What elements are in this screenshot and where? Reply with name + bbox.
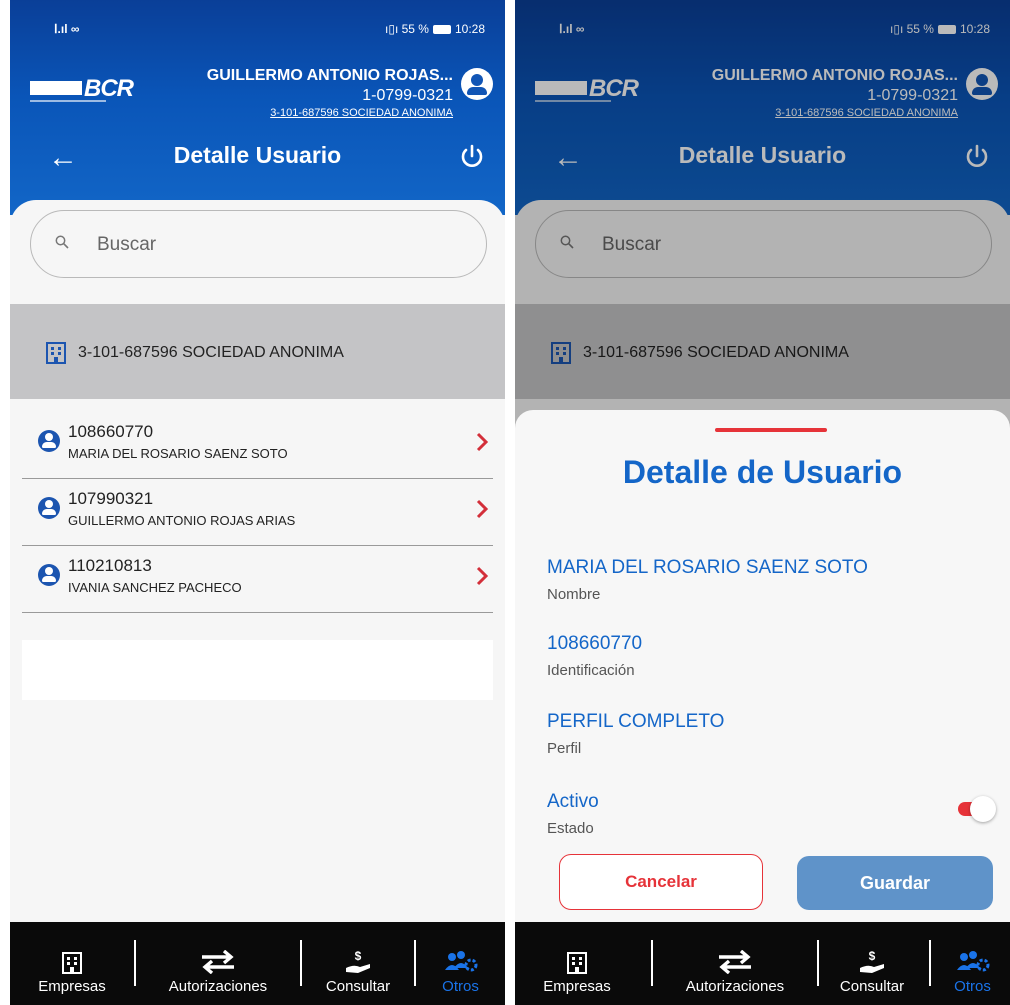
building-icon: [46, 342, 66, 364]
building-icon: [567, 952, 587, 974]
nav-consultar[interactable]: $ Consultar: [302, 922, 414, 1005]
nav-divider: [929, 940, 931, 986]
nav-label: Autorizaciones: [685, 978, 785, 995]
bcr-logo-text: BCR: [84, 75, 134, 102]
user-detail-screen: ⵏ.ıl ∞ ı▯ı 55 % 10:28 BCR GUILLERMO ANTO…: [515, 0, 1010, 1005]
nav-label: Otros: [954, 978, 991, 995]
search-bar[interactable]: [30, 210, 487, 278]
clock: 10:28: [454, 22, 485, 36]
nav-label: Empresas: [543, 978, 611, 995]
user-name-text: IVANIA SANCHEZ PACHECO: [68, 580, 242, 595]
nav-empresas[interactable]: Empresas: [515, 922, 639, 1005]
chevron-right-icon[interactable]: [475, 499, 489, 519]
sheet-title: Detalle de Usuario: [622, 454, 903, 490]
nav-autorizaciones[interactable]: Autorizaciones: [136, 922, 300, 1005]
field-value: MARIA DEL ROSARIO SAENZ SOTO: [547, 557, 868, 578]
hand-money-icon: $: [860, 950, 884, 973]
field-label: Identificación: [547, 662, 635, 679]
list-item[interactable]: 110210813 IVANIA SANCHEZ PACHECO: [22, 546, 493, 613]
power-icon[interactable]: [459, 144, 485, 170]
user-list: 108660770 MARIA DEL ROSARIO SAENZ SOTO 1…: [10, 412, 505, 613]
user-id-text: 107990321: [68, 489, 154, 508]
cancel-button[interactable]: Cancelar: [559, 854, 763, 910]
bcr-logo: BCR: [30, 75, 142, 108]
swap-arrows-icon: [719, 950, 751, 974]
field-value: Activo: [547, 791, 599, 812]
field-identificacion: 108660770 Identificación: [547, 632, 642, 679]
people-gear-icon: [444, 951, 477, 972]
chevron-right-icon[interactable]: [475, 566, 489, 586]
nav-label: Consultar: [839, 978, 905, 995]
company-band: 3-101-687596 SOCIEDAD ANONIMA: [10, 304, 505, 399]
field-label: Estado: [547, 820, 594, 837]
save-button[interactable]: Guardar: [797, 856, 993, 910]
swap-arrows-icon: [202, 950, 234, 974]
nav-label: Autorizaciones: [168, 978, 268, 995]
content-area: 3-101-687596 SOCIEDAD ANONIMA 108660770 …: [10, 200, 505, 920]
user-name: GUILLERMO ANTONIO ROJAS...: [206, 67, 453, 84]
chevron-right-icon[interactable]: [475, 432, 489, 452]
hand-money-icon: $: [346, 950, 370, 973]
nav-label: Otros: [442, 978, 479, 995]
list-item[interactable]: 107990321 GUILLERMO ANTONIO ROJAS ARIAS: [22, 479, 493, 546]
user-id: 1-0799-0321: [362, 87, 453, 104]
status-right: ı▯ı 55 % 10:28: [385, 22, 485, 36]
field-nombre: MARIA DEL ROSARIO SAENZ SOTO Nombre: [547, 556, 868, 603]
sheet-drag-handle[interactable]: [715, 428, 827, 432]
user-list-screen: ⵏ.ıl ∞ ı▯ı 55 % 10:28 BCR GUILLERMO ANTO…: [10, 0, 505, 1005]
user-circle-icon: [38, 497, 60, 519]
user-id-text: 108660770: [68, 422, 154, 441]
app-header: ⵏ.ıl ∞ ı▯ı 55 % 10:28 BCR GUILLERMO ANTO…: [10, 0, 505, 215]
page-title: Detalle Usuario: [173, 142, 342, 168]
nav-otros[interactable]: Otros: [416, 922, 505, 1005]
company-name: 3-101-687596 SOCIEDAD ANONIMA: [78, 344, 344, 361]
estado-toggle[interactable]: [958, 796, 996, 822]
user-name-text: MARIA DEL ROSARIO SAENZ SOTO: [68, 446, 288, 461]
user-circle-icon: [38, 564, 60, 586]
user-info: GUILLERMO ANTONIO ROJAS... 1-0799-0321 3…: [207, 66, 453, 121]
field-value: 108660770: [547, 633, 643, 654]
building-icon: [62, 952, 82, 974]
bottom-nav: Empresas Autorizaciones $ Consultar Otro…: [10, 922, 505, 1005]
bottom-nav: Empresas Autorizaciones $ Consultar Otro…: [515, 922, 1010, 1005]
field-estado: Activo Estado: [547, 790, 599, 837]
list-footer-panel: [22, 640, 493, 700]
search-icon: [55, 235, 69, 249]
company-link[interactable]: 3-101-687596 SOCIEDAD ANONIMA: [207, 105, 453, 121]
field-label: Perfil: [547, 740, 582, 757]
field-perfil: PERFIL COMPLETO Perfil: [547, 710, 724, 757]
svg-text:$: $: [355, 950, 362, 963]
user-name-text: GUILLERMO ANTONIO ROJAS ARIAS: [68, 513, 296, 528]
signal-indicator: ⵏ.ıl ∞: [54, 22, 80, 36]
battery-icon: [432, 24, 451, 34]
nav-autorizaciones[interactable]: Autorizaciones: [653, 922, 817, 1005]
nav-label: Consultar: [325, 978, 391, 995]
status-bar: ⵏ.ıl ∞ ı▯ı 55 % 10:28: [10, 0, 505, 44]
nav-otros[interactable]: Otros: [935, 922, 1010, 1005]
list-item[interactable]: 108660770 MARIA DEL ROSARIO SAENZ SOTO: [22, 412, 493, 479]
svg-text:$: $: [869, 950, 876, 963]
people-gear-icon: [956, 951, 989, 972]
nav-empresas[interactable]: Empresas: [10, 922, 134, 1005]
user-id-text: 110210813: [68, 556, 152, 575]
nav-label: Empresas: [38, 978, 106, 995]
nav-consultar[interactable]: $ Consultar: [819, 922, 925, 1005]
search-input[interactable]: [97, 231, 457, 259]
field-label: Nombre: [547, 586, 601, 603]
user-detail-sheet: Detalle de Usuario MARIA DEL ROSARIO SAE…: [515, 410, 1010, 922]
user-circle-icon: [38, 430, 60, 452]
user-circle-icon[interactable]: [461, 68, 493, 100]
battery-percent: ı▯ı 55 %: [385, 22, 429, 36]
field-value: PERFIL COMPLETO: [547, 711, 725, 732]
